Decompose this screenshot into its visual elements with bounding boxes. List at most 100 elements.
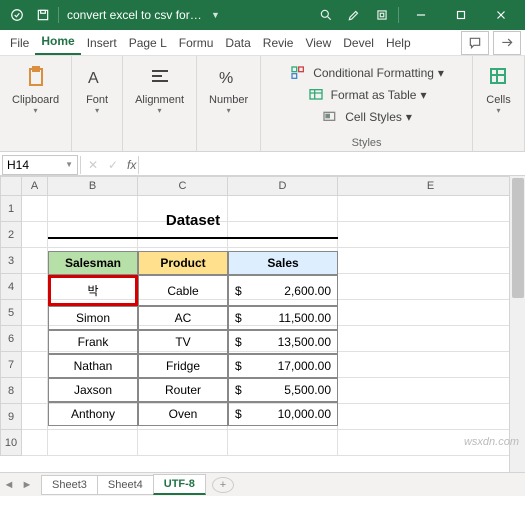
format-as-table-button[interactable]: Format as Table▾ [307, 84, 427, 106]
cells-icon [486, 64, 512, 90]
chevron-down-icon: ▾ [227, 106, 231, 115]
col-header-d[interactable]: D [228, 176, 338, 196]
cells-button[interactable]: Cells ▾ [480, 60, 518, 119]
tab-page-layout[interactable]: Page L [123, 32, 173, 55]
svg-text:%: % [219, 70, 233, 87]
fx-icon[interactable]: fx [127, 158, 136, 172]
tab-formulas[interactable]: Formu [173, 32, 220, 55]
cell-sales[interactable]: $2,600.00 [228, 275, 338, 306]
cell-salesman[interactable]: 박 [48, 275, 138, 306]
group-alignment: Alignment ▾ [123, 56, 197, 151]
chevron-down-icon: ▾ [34, 106, 38, 115]
watermark: wsxdn.com [464, 436, 519, 448]
save-icon[interactable] [34, 6, 52, 24]
tab-help[interactable]: Help [380, 32, 417, 55]
enter-fx-icon[interactable]: ✓ [103, 158, 123, 172]
conditional-formatting-button[interactable]: Conditional Formatting▾ [289, 62, 444, 84]
paste-button[interactable]: Clipboard ▾ [6, 60, 65, 119]
group-cells: Cells ▾ [473, 56, 525, 151]
row-header[interactable]: 4 [0, 274, 22, 300]
row-header[interactable]: 7 [0, 352, 22, 378]
ribbon: Clipboard ▾ A Font ▾ Alignment ▾ % Numbe… [0, 56, 525, 152]
col-header-a[interactable]: A [22, 176, 48, 196]
title-dropdown-icon[interactable]: ▼ [211, 10, 220, 20]
col-header-e[interactable]: E [338, 176, 524, 196]
row-header[interactable]: 5 [0, 300, 22, 326]
cell-salesman[interactable]: Nathan [48, 354, 138, 378]
tab-insert[interactable]: Insert [81, 32, 123, 55]
font-label: Font [86, 94, 108, 106]
cell-styles-button[interactable]: Cell Styles▾ [321, 106, 412, 128]
chevron-down-icon: ▾ [95, 106, 99, 115]
tab-data[interactable]: Data [219, 32, 256, 55]
sheet-tab-utf8[interactable]: UTF-8 [153, 474, 206, 495]
cell-product[interactable]: Oven [138, 402, 228, 426]
row-header[interactable]: 10 [0, 430, 22, 456]
chevron-down-icon: ▾ [158, 106, 162, 115]
cell-sales[interactable]: $10,000.00 [228, 402, 338, 426]
row-header[interactable]: 3 [0, 248, 22, 274]
tab-file[interactable]: File [4, 32, 35, 55]
share-icon[interactable] [493, 31, 521, 55]
table-row: Frank TV $13,500.00 [48, 330, 338, 354]
cell-product[interactable]: Fridge [138, 354, 228, 378]
tab-review[interactable]: Revie [257, 32, 300, 55]
name-box[interactable]: H14 ▼ [2, 155, 78, 175]
tab-nav-prev[interactable]: ◄ [0, 479, 18, 491]
col-header-b[interactable]: B [48, 176, 138, 196]
document-title[interactable]: convert excel to csv format [67, 8, 207, 22]
row-header[interactable]: 9 [0, 404, 22, 430]
minimize-button[interactable] [401, 0, 441, 30]
table-row: Nathan Fridge $17,000.00 [48, 354, 338, 378]
add-sheet-button[interactable]: + [212, 477, 234, 493]
row-header[interactable]: 2 [0, 222, 22, 248]
row-header[interactable]: 1 [0, 196, 22, 222]
tab-home[interactable]: Home [35, 30, 80, 55]
cell-product[interactable]: Router [138, 378, 228, 402]
cell-salesman[interactable]: Anthony [48, 402, 138, 426]
group-clipboard: Clipboard ▾ [0, 56, 72, 151]
account-icon[interactable] [368, 0, 396, 30]
font-button[interactable]: A Font ▾ [78, 60, 116, 119]
search-icon[interactable] [312, 0, 340, 30]
number-button[interactable]: % Number ▾ [203, 60, 254, 119]
header-sales[interactable]: Sales [228, 251, 338, 275]
cell-product[interactable]: TV [138, 330, 228, 354]
cond-format-icon [289, 65, 307, 81]
cond-fmt-label: Conditional Formatting [313, 66, 434, 80]
cell-styles-icon [321, 109, 339, 125]
sheet-tab-sheet3[interactable]: Sheet3 [41, 475, 98, 495]
fmt-table-label: Format as Table [331, 88, 417, 102]
font-icon: A [84, 64, 110, 90]
cell-sales[interactable]: $11,500.00 [228, 306, 338, 330]
maximize-button[interactable] [441, 0, 481, 30]
col-header-c[interactable]: C [138, 176, 228, 196]
autosave-icon[interactable] [8, 6, 26, 24]
header-salesman[interactable]: Salesman [48, 251, 138, 275]
tab-developer[interactable]: Devel [337, 32, 380, 55]
cell-product[interactable]: AC [138, 306, 228, 330]
cell-product[interactable]: Cable [138, 275, 228, 306]
alignment-button[interactable]: Alignment ▾ [129, 60, 190, 119]
close-button[interactable] [481, 0, 521, 30]
pen-icon[interactable] [340, 0, 368, 30]
cell-sales[interactable]: $13,500.00 [228, 330, 338, 354]
cell-sales[interactable]: $17,000.00 [228, 354, 338, 378]
header-product[interactable]: Product [138, 251, 228, 275]
row-header[interactable]: 8 [0, 378, 22, 404]
clipboard-label: Clipboard [12, 94, 59, 106]
title-bar: convert excel to csv format ▼ [0, 0, 525, 30]
cell-sales[interactable]: $5,500.00 [228, 378, 338, 402]
select-all-corner[interactable] [0, 176, 22, 196]
row-header[interactable]: 6 [0, 326, 22, 352]
cell-salesman[interactable]: Jaxson [48, 378, 138, 402]
cell-salesman[interactable]: Simon [48, 306, 138, 330]
tab-view[interactable]: View [299, 32, 337, 55]
tab-nav-next[interactable]: ► [18, 479, 36, 491]
vertical-scrollbar[interactable] [509, 176, 525, 472]
comments-icon[interactable] [461, 31, 489, 55]
name-box-value: H14 [7, 158, 29, 172]
cell-salesman[interactable]: Frank [48, 330, 138, 354]
cancel-fx-icon[interactable]: ✕ [83, 158, 103, 172]
sheet-tab-sheet4[interactable]: Sheet4 [97, 475, 154, 495]
